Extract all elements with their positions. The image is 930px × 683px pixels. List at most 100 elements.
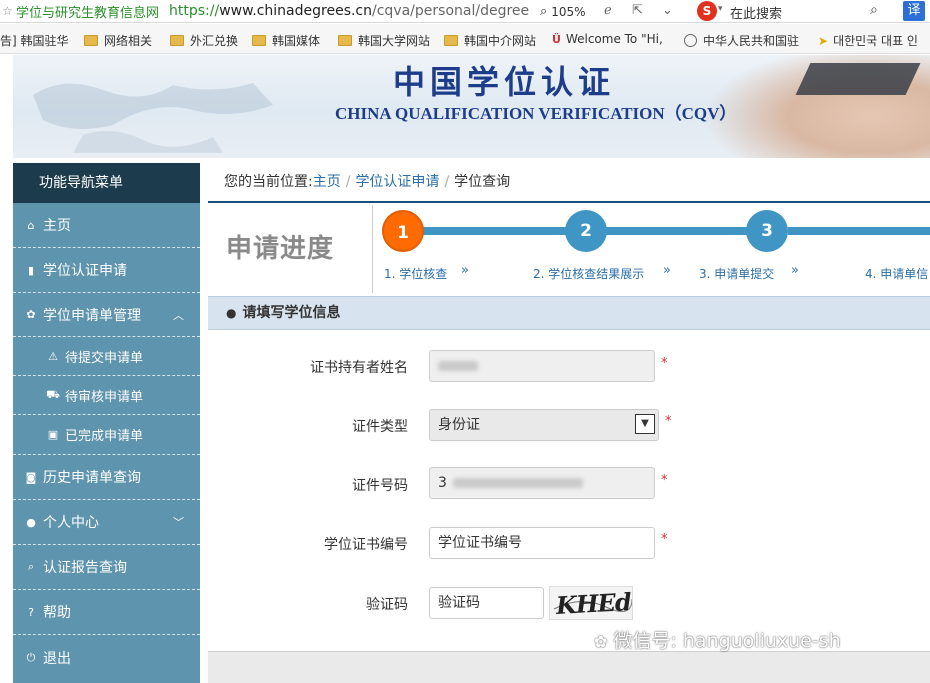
sidebar-item-label: 学位申请单管理 <box>43 307 141 324</box>
step-arrow-icon: » <box>791 263 799 278</box>
required-mark: * <box>665 414 672 429</box>
help-icon: ? <box>28 605 34 619</box>
chevron-down-icon[interactable]: ⌄ <box>662 3 673 18</box>
banner-subtitle: CHINA QUALIFICATION VERIFICATION（CQV） <box>335 104 737 123</box>
bookmark-item[interactable]: 中华人民共和国驻 <box>684 32 799 49</box>
url-path: /cqva/personal/degree <box>372 3 530 19</box>
folder-icon <box>444 35 458 46</box>
progress-label: 申请进度 <box>208 205 373 293</box>
step-1-label: 1. 学位核查 <box>384 267 448 281</box>
laptop-graphic <box>795 63 921 95</box>
bookmark-folder[interactable]: 韩国媒体 <box>252 32 320 49</box>
warning-icon: ⚠ <box>48 349 58 363</box>
form-footer <box>208 651 930 683</box>
site-title: 学位与研究生教育信息网 <box>16 5 160 21</box>
folder-icon <box>170 35 184 46</box>
sidebar-item-application-management[interactable]: ✿ 学位申请单管理 ︿ <box>13 293 200 337</box>
chevron-down-icon[interactable]: ▼ <box>635 414 655 434</box>
captcha-image[interactable]: KHEd <box>549 586 633 620</box>
sidebar-item-label: 退出 <box>43 651 71 667</box>
id-number-value: 3 <box>438 475 447 491</box>
world-map-graphic <box>33 83 273 153</box>
favorite-star-icon[interactable]: ☆ <box>2 4 16 18</box>
wechat-icon: ✿ <box>594 632 608 651</box>
site-banner: 中国学位认证 CHINA QUALIFICATION VERIFICATION（… <box>13 55 930 158</box>
sidebar-subitem-completed[interactable]: ▣ 已完成申请单 <box>13 415 200 455</box>
camera-icon: ◙ <box>25 470 37 484</box>
breadcrumb-separator: / <box>345 174 351 190</box>
sidebar-item-label: 认证报告查询 <box>43 560 127 576</box>
bookmark-folder[interactable]: 外汇兑换 <box>170 32 238 49</box>
sidebar-item-label: 个人中心 <box>43 515 99 531</box>
step-connector <box>788 227 930 235</box>
step-1-indicator: 1 <box>382 210 424 252</box>
bookmark-item[interactable]: Ü Welcome To "Hi, <box>552 32 663 46</box>
captcha-label: 验证码 <box>366 597 408 613</box>
sidebar-item-personal-center[interactable]: ● 个人中心 ﹀ <box>13 500 200 545</box>
id-type-label: 证件类型 <box>352 419 408 435</box>
sidebar-item-label: 学位认证申请 <box>43 263 127 279</box>
bookmark-label: 中华人民共和国驻 <box>703 34 800 48</box>
watermark-text: 微信号: hanguoliuxue-sh <box>613 630 841 652</box>
application-progress: 申请进度 1 2 3 1. 学位核查 » 2. 学位核查结果展示 » 3. 申请… <box>208 205 930 293</box>
breadcrumb-current: 学位查询 <box>454 174 511 190</box>
breadcrumb: 您的当前位置:主页 / 学位认证申请 / 学位查询 <box>208 163 930 203</box>
share-icon[interactable]: ⇱ <box>632 3 643 18</box>
search-icon: ⌕ <box>27 560 35 573</box>
url-scheme: https:// <box>169 3 220 19</box>
bookmark-item[interactable]: 告] 韩国驻华 <box>0 32 69 49</box>
step-2-label: 2. 学位核查结果展示 <box>533 267 645 281</box>
browser-search-input[interactable]: 在此搜索 <box>730 3 782 22</box>
sidebar-item-report-query[interactable]: ⌕ 认证报告查询 <box>13 545 200 590</box>
captcha-field[interactable]: 验证码 <box>429 587 544 619</box>
breadcrumb-home-link[interactable]: 主页 <box>313 174 341 190</box>
cart-icon: ⛟ <box>46 387 60 401</box>
bookmark-folder[interactable]: 韩国中介网站 <box>444 32 536 49</box>
sidebar-item-degree-application[interactable]: ▮ 学位认证申请 <box>13 248 200 293</box>
sidebar-subitem-pending-review[interactable]: ⛟ 待审核申请单 <box>13 376 200 415</box>
chevron-up-icon: ︿ <box>173 308 184 322</box>
cert-number-field[interactable]: 学位证书编号 <box>429 527 655 559</box>
sidebar-header: 功能导航菜单 <box>13 163 200 203</box>
holder-name-field[interactable] <box>429 350 655 382</box>
captcha-text: KHEd <box>555 587 632 620</box>
search-engine-logo[interactable]: S <box>697 1 717 21</box>
form-section-header: ● 请填写学位信息 <box>208 296 930 330</box>
engine-dropdown-icon[interactable]: ▾ <box>718 4 723 14</box>
zoom-level: 105% <box>551 4 586 19</box>
holder-name-label: 证书持有者姓名 <box>310 360 408 376</box>
sidebar-subitem-pending-submit[interactable]: ⚠ 待提交申请单 <box>13 337 200 376</box>
breadcrumb-parent-link[interactable]: 学位认证申请 <box>355 174 439 190</box>
sidebar-item-history[interactable]: ◙ 历史申请单查询 <box>13 455 200 500</box>
zoom-control[interactable]: ⌕ 105% <box>540 0 586 23</box>
cert-number-label: 学位证书编号 <box>324 537 408 553</box>
required-mark: * <box>661 532 668 547</box>
url-field[interactable]: https://www.chinadegrees.cn/cqva/persona… <box>169 3 529 19</box>
bookmark-folder[interactable]: 网络相关 <box>84 32 152 49</box>
id-type-value: 身份证 <box>438 417 480 433</box>
sidebar-item-label: 待审核申请单 <box>65 389 144 405</box>
sidebar-item-logout[interactable]: ⏻ 退出 <box>13 635 200 681</box>
user-icon: ● <box>226 306 237 320</box>
step-2-indicator: 2 <box>565 210 607 252</box>
site-logo-icon: Ü <box>552 33 561 46</box>
zoom-icon: ⌕ <box>540 4 548 19</box>
step-3-label: 3. 申请单提交 <box>699 267 775 281</box>
id-number-field[interactable]: 3 <box>429 467 655 499</box>
search-icon[interactable]: ⌕ <box>870 2 878 18</box>
document-icon: ▮ <box>27 263 35 277</box>
sidebar-item-home[interactable]: ⌂ 主页 <box>13 203 200 248</box>
power-icon: ⏻ <box>26 651 36 664</box>
required-mark: * <box>661 356 668 371</box>
bookmark-folder[interactable]: 韩国大学网站 <box>338 32 430 49</box>
bookmark-label: 韩国大学网站 <box>358 34 431 48</box>
sidebar-item-help[interactable]: ? 帮助 <box>13 590 200 635</box>
ie-mode-icon[interactable]: ℯ <box>604 3 612 18</box>
folder-icon <box>84 35 98 46</box>
bookmark-item[interactable]: ➤ 대한민국 대표 인 <box>818 32 918 49</box>
sidebar-item-label: 待提交申请单 <box>65 350 144 366</box>
id-type-select[interactable]: 身份证 ▼ <box>429 409 659 441</box>
bookmark-label: 外汇兑换 <box>190 34 239 48</box>
gear-icon: ✿ <box>26 308 36 321</box>
translate-button[interactable]: 译 <box>903 1 925 21</box>
